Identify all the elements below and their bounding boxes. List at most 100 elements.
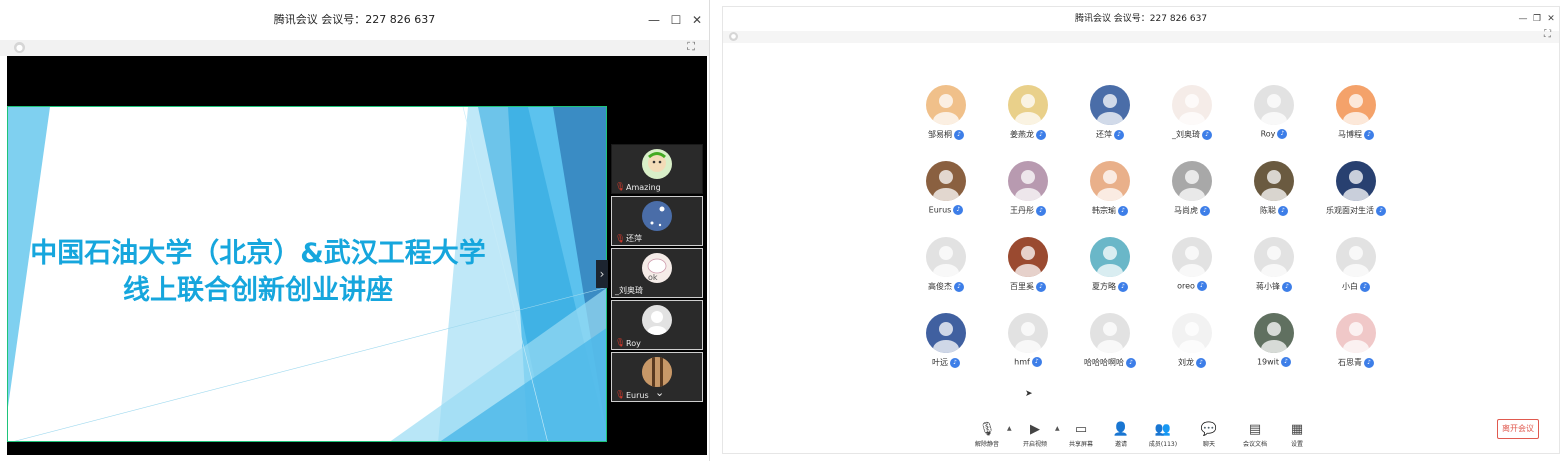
participant-label: 还萍 ♪: [1069, 129, 1151, 140]
participant-name: 韩宗瑜: [1092, 206, 1116, 215]
cartoon-avatar-icon: [642, 149, 672, 179]
close-icon[interactable]: ✕: [687, 0, 707, 40]
avatar: [1336, 85, 1376, 125]
participant-tile[interactable]: 高俊杰 ♪: [905, 237, 987, 307]
participant-label: 19wit ♪: [1233, 357, 1315, 367]
participant-name: 刘龙: [1178, 358, 1194, 367]
participant-tile[interactable]: 石思青 ♪: [1315, 313, 1397, 383]
participant-thumb[interactable]: 🎙 Amazing: [611, 144, 703, 194]
participant-tile[interactable]: 夏方略 ♪: [1069, 237, 1151, 307]
participant-tile[interactable]: Eurus ♪: [905, 161, 987, 231]
participant-tile[interactable]: 百里奚 ♪: [987, 237, 1069, 307]
participant-tile[interactable]: 刘龙 ♪: [1151, 313, 1233, 383]
participant-label: Roy ♪: [1233, 129, 1315, 139]
participant-name: oreo: [1177, 281, 1195, 291]
toolbar-button[interactable]: ▶ 开启视频: [1013, 421, 1057, 448]
participant-name: 还萍: [1096, 130, 1112, 139]
mic-muted-icon: 🎙: [978, 422, 996, 437]
participant-label: 百里奚 ♪: [987, 281, 1069, 292]
participant-tile[interactable]: 小白 ♪: [1315, 237, 1397, 307]
participant-tile[interactable]: oreo ♪: [1151, 237, 1233, 307]
participant-thumb[interactable]: 🎙 Roy: [611, 300, 703, 350]
members-icon: 👥: [1154, 422, 1172, 437]
fullscreen-icon[interactable]: ⛶: [1544, 29, 1551, 40]
shield-icon[interactable]: ●: [14, 42, 25, 53]
participant-tile[interactable]: Roy ♪: [1233, 85, 1315, 155]
ok-bunny-avatar-icon: ok: [642, 253, 672, 283]
avatar: [1254, 237, 1294, 277]
toolbar-button[interactable]: ▤ 会议文档: [1233, 421, 1277, 448]
right-meeting-window: 腾讯会议 会议号：227 826 637 — ❐ ✕ ● ⛶ 邹易桐 ♪ 姜燕龙 ♪ 还…: [722, 6, 1560, 454]
participant-label: 陈聪 ♪: [1233, 205, 1315, 216]
fullscreen-icon[interactable]: ⛶: [687, 40, 695, 54]
maximize-icon[interactable]: ☐: [666, 0, 686, 40]
avatar: [1090, 313, 1130, 353]
participant-tile[interactable]: 姜燕龙 ♪: [987, 85, 1069, 155]
toolbar-button-label: 聊天: [1202, 441, 1215, 448]
participant-tile[interactable]: 乐观面对生活 ♪: [1315, 161, 1397, 231]
participant-tile[interactable]: 韩宗瑜 ♪: [1069, 161, 1151, 231]
participant-tile[interactable]: _刘奥琦 ♪: [1151, 85, 1233, 155]
mic-status-icon: ♪: [1364, 357, 1374, 368]
close-icon[interactable]: ✕: [1541, 7, 1559, 31]
participant-name: 高俊杰: [928, 282, 952, 291]
toolbar-button-label: 设置: [1290, 441, 1303, 448]
participant-tile[interactable]: 还萍 ♪: [1069, 85, 1151, 155]
minimize-icon[interactable]: —: [644, 0, 664, 40]
avatar: [1008, 237, 1048, 277]
toolbar-button-label: 邀请: [1114, 441, 1127, 448]
chat-icon: 💬: [1200, 422, 1218, 437]
toolbar-button[interactable]: 👥 成员(113): [1141, 421, 1185, 448]
participant-tile[interactable]: 邹易桐 ♪: [905, 85, 987, 155]
toolbar-button[interactable]: 💬 聊天: [1187, 421, 1231, 448]
participant-name: 蒋小锋: [1256, 282, 1280, 291]
avatar: [1336, 313, 1376, 353]
participant-tile[interactable]: hmf ♪: [987, 313, 1069, 383]
participant-tile[interactable]: 马尚虎 ♪: [1151, 161, 1233, 231]
chevron-down-icon[interactable]: ⌄: [655, 386, 664, 399]
share-screen-icon: ▭: [1074, 422, 1088, 437]
mic-status-icon: ♪: [950, 357, 960, 368]
participant-tile[interactable]: 19wit ♪: [1233, 313, 1315, 383]
toolbar-button[interactable]: ▭ 共享屏幕: [1059, 421, 1103, 448]
participant-label: 王丹彤 ♪: [987, 205, 1069, 216]
participant-label: oreo ♪: [1151, 281, 1233, 291]
avatar: [1336, 161, 1376, 201]
avatar: [1008, 161, 1048, 201]
avatar: [1336, 237, 1376, 277]
toolbar-button[interactable]: ▦ 设置: [1275, 421, 1319, 448]
participant-tile[interactable]: 王丹彤 ♪: [987, 161, 1069, 231]
participant-thumb[interactable]: ok _刘奥琦: [611, 248, 703, 298]
participant-name: Eurus: [626, 391, 649, 400]
participant-tile[interactable]: 陈聪 ♪: [1233, 161, 1315, 231]
toolbar-button-label: 成员(113): [1148, 441, 1178, 448]
mic-muted-icon: 🎙: [615, 234, 626, 243]
collapse-panel-arrow-icon[interactable]: ›: [596, 260, 608, 288]
mic-status-icon: ♪: [1118, 205, 1128, 216]
participant-thumbnails: 🎙 Amazing 🎙 还萍 ok _刘奥琦 🎙 Roy 🎙 Eurus: [611, 144, 707, 404]
document-icon: ▤: [1248, 422, 1262, 437]
participant-thumb[interactable]: 🎙 还萍: [611, 196, 703, 246]
avatar: [1172, 85, 1212, 125]
slide-title: 中国石油大学（北京）&武汉工程大学线上联合创新创业讲座: [30, 238, 486, 306]
toolbar-button[interactable]: 👤 邀请: [1099, 421, 1143, 448]
toolbar-button[interactable]: 🎙 解除静音: [965, 421, 1009, 448]
leave-meeting-button[interactable]: 离开会议: [1497, 419, 1539, 439]
mic-muted-icon: 🎙: [615, 390, 626, 399]
mic-status-icon: ♪: [1031, 357, 1042, 367]
avatar: [926, 161, 966, 201]
toolbar-button-label: 解除静音: [974, 441, 999, 448]
participant-label: 石思青 ♪: [1315, 357, 1397, 368]
participant-name: 乐观面对生活: [1326, 206, 1374, 215]
participant-tile[interactable]: 马博程 ♪: [1315, 85, 1397, 155]
avatar: [1254, 161, 1294, 201]
shield-icon[interactable]: ●: [729, 32, 738, 41]
participant-tile[interactable]: 蒋小锋 ♪: [1233, 237, 1315, 307]
mic-status-icon: ♪: [1376, 205, 1386, 216]
participant-name: 19wit: [1256, 357, 1280, 367]
participant-tile[interactable]: 叶远 ♪: [905, 313, 987, 383]
participant-name: 姜燕龙: [1010, 130, 1034, 139]
participant-tile[interactable]: 哈哈哈啊哈 ♪: [1069, 313, 1151, 383]
mic-status-icon: ♪: [1202, 129, 1212, 140]
participant-name: Roy: [1260, 129, 1276, 139]
